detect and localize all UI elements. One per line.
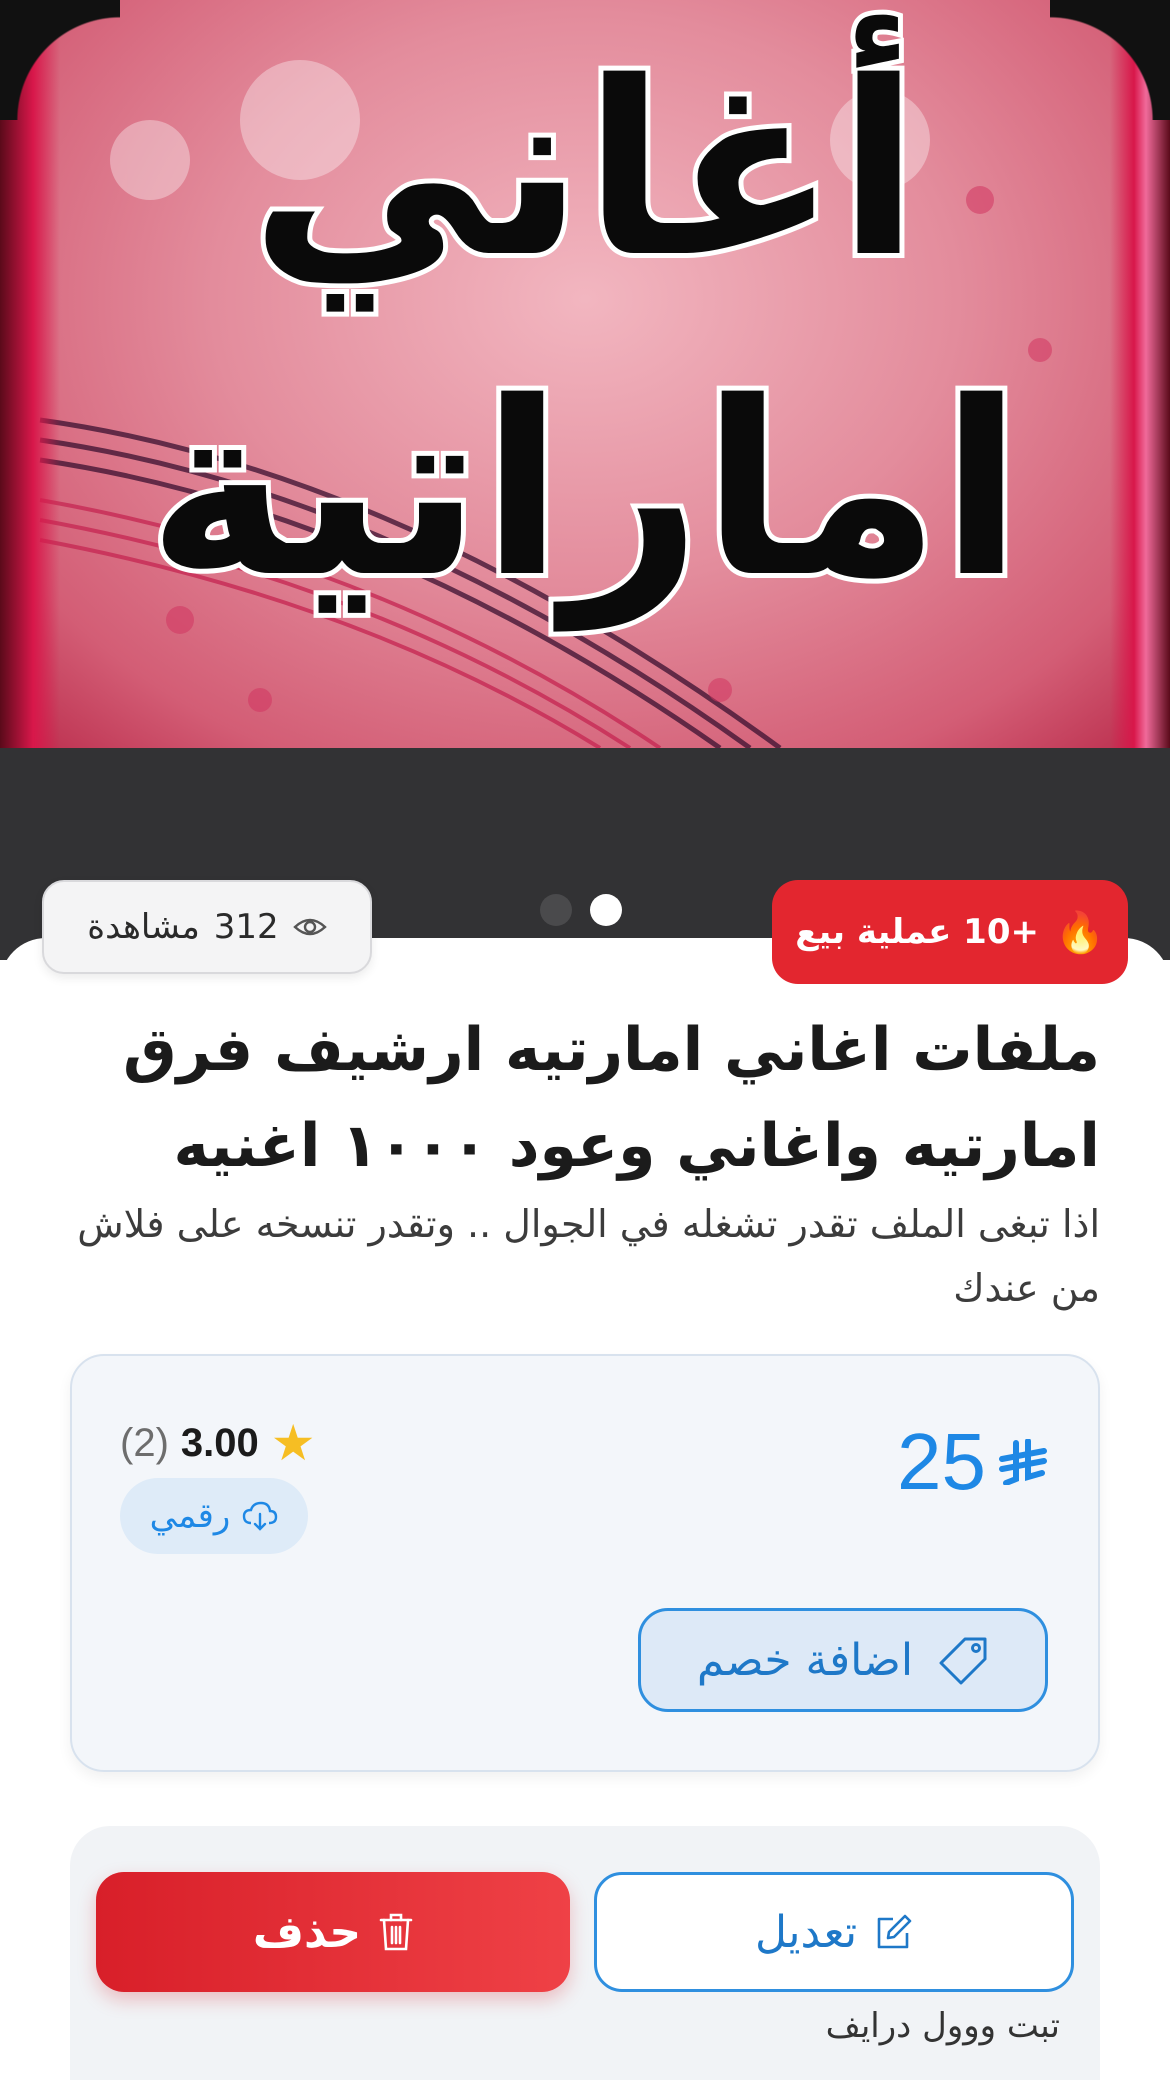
add-discount-label: اضافة خصم	[696, 1634, 914, 1686]
tag-icon	[939, 1635, 989, 1685]
carousel-dot-active[interactable]	[590, 894, 622, 926]
rating-score: 3.00	[180, 1420, 259, 1465]
price: 25	[897, 1416, 1048, 1508]
sales-label: +10 عملية بيع	[795, 912, 1039, 952]
image-title-line1: أغاني	[245, 30, 924, 310]
views-badge: 312 مشاهدة	[42, 880, 372, 974]
rating-count: (2)	[120, 1420, 169, 1465]
star-icon: ★	[270, 1415, 316, 1471]
product-image: أغاني اماراتية	[0, 0, 1170, 748]
eye-icon	[292, 915, 327, 939]
carousel-dot[interactable]	[540, 894, 572, 926]
product-title: ملفات اغاني امارتيه ارشيف فرق امارتيه وا…	[122, 1015, 1100, 1181]
flame-icon: 🔥	[1054, 909, 1105, 956]
footnote-text: تبت ووول درايف	[825, 2006, 1060, 2046]
rating: (2) 3.00 ★	[120, 1414, 316, 1472]
delete-button[interactable]: حذف	[96, 1872, 570, 1992]
cloud-download-icon	[242, 1501, 278, 1531]
product-type-badge: رقمي	[120, 1478, 308, 1554]
image-title-line2: اماراتية	[142, 345, 1027, 635]
price-card: 25 (2) 3.00 ★ رقمي اضافة خصم	[70, 1354, 1100, 1772]
delete-label: حذف	[252, 1906, 362, 1958]
views-count: 312	[213, 907, 279, 947]
trash-icon	[379, 1912, 413, 1952]
edit-button[interactable]: تعديل	[594, 1872, 1074, 1992]
riyal-currency-icon	[998, 1439, 1048, 1485]
product-type-label: رقمي	[149, 1496, 231, 1536]
edit-label: تعديل	[754, 1906, 858, 1958]
sales-badge: 🔥 +10 عملية بيع	[772, 880, 1128, 984]
views-label: مشاهدة	[87, 907, 200, 947]
product-description: اذا تبغى الملف تقدر تشغله في الجوال .. و…	[77, 1202, 1100, 1310]
add-discount-button[interactable]: اضافة خصم	[638, 1608, 1048, 1712]
price-value: 25	[897, 1417, 986, 1506]
edit-icon	[875, 1913, 913, 1951]
carousel-dots	[540, 890, 630, 930]
product-image-carousel[interactable]: أغاني اماراتية	[0, 0, 1170, 960]
